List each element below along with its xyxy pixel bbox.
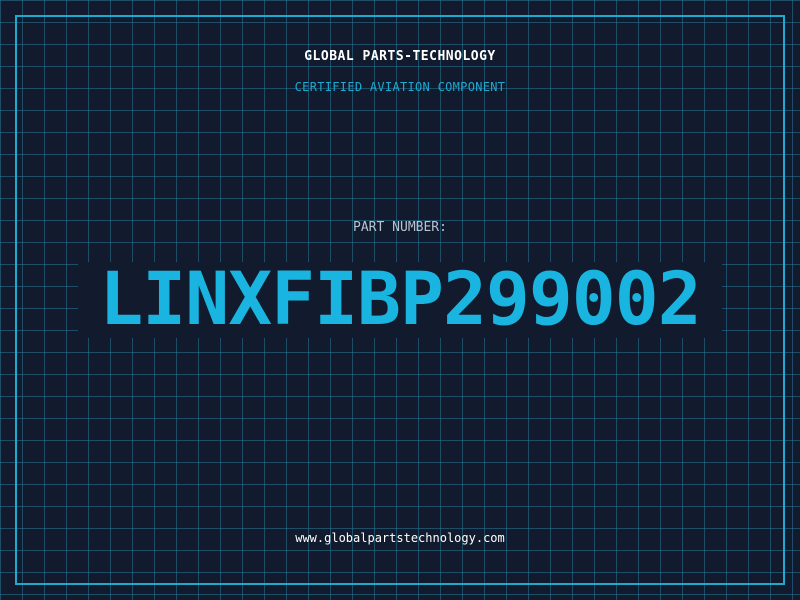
part-number-label: PART NUMBER: [353, 220, 447, 235]
website-url: www.globalpartstechnology.com [295, 531, 505, 545]
certification-subtitle: CERTIFIED AVIATION COMPONENT [294, 80, 506, 94]
part-number-value: LINXFIBP299002 [78, 262, 722, 338]
part-label-card: GLOBAL PARTS-TECHNOLOGY CERTIFIED AVIATI… [0, 0, 800, 600]
company-name: GLOBAL PARTS-TECHNOLOGY [304, 49, 496, 64]
